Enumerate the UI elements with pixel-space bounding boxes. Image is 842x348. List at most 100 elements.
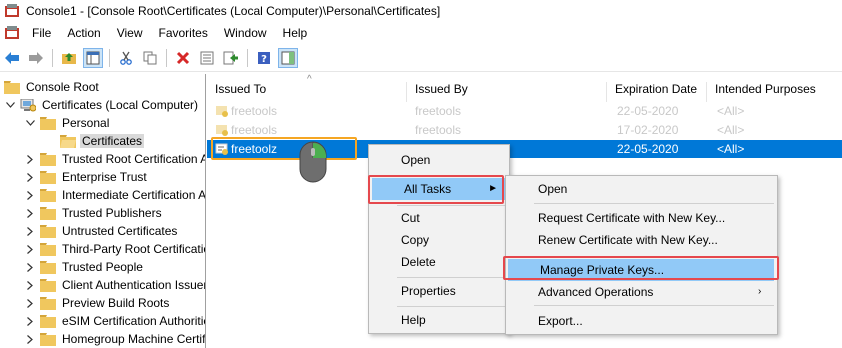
chevron-right-icon[interactable]	[24, 225, 36, 237]
tree-item-label: Personal	[62, 116, 110, 130]
menu-item-delete[interactable]: Delete	[369, 251, 509, 273]
cell-expiration: 17-02-2020	[617, 123, 679, 137]
back-arrow-icon[interactable]	[2, 48, 22, 68]
menu-item-cut[interactable]: Cut	[369, 207, 509, 229]
tree-item-preview-build-roots[interactable]: Preview Build Roots	[24, 294, 171, 312]
cell-purposes: <All>	[717, 123, 745, 137]
menu-item-properties[interactable]: Properties	[369, 280, 509, 302]
mouse-icon	[299, 141, 327, 183]
show-hide-tree-icon[interactable]	[83, 47, 103, 68]
chevron-right-icon[interactable]	[24, 261, 36, 273]
context-menu: Open All Tasks ► Cut Copy Delete Propert…	[368, 144, 510, 334]
table-row[interactable]: freetools freetools 22-05-2020 <All>	[207, 102, 842, 120]
up-folder-icon[interactable]	[59, 48, 79, 68]
tree-item-label: Certificates (Local Computer)	[42, 98, 199, 112]
chevron-right-icon[interactable]	[24, 207, 36, 219]
tree-item-certificates[interactable]: Certificates	[60, 132, 145, 150]
tree-item-label: Enterprise Trust	[62, 170, 147, 184]
chevron-right-icon[interactable]	[24, 171, 36, 183]
certificate-icon	[216, 106, 228, 117]
column-intended-purposes[interactable]: Intended Purposes	[707, 82, 842, 102]
folder-icon	[40, 314, 56, 328]
chevron-down-icon[interactable]	[24, 117, 36, 129]
open-folder-icon	[60, 134, 76, 148]
tree-item-console-root[interactable]: Console Root	[4, 78, 101, 96]
tree-item-certificates-local-computer[interactable]: Certificates (Local Computer)	[4, 96, 200, 114]
menu-view[interactable]: View	[109, 22, 151, 44]
chevron-right-icon[interactable]	[24, 279, 36, 291]
copy-icon[interactable]	[140, 48, 160, 68]
action-pane-icon[interactable]	[278, 47, 298, 68]
menu-window[interactable]: Window	[216, 22, 275, 44]
tree-item-trusted-root[interactable]: Trusted Root Certification Authorities	[24, 150, 205, 168]
tree-item-intermediate[interactable]: Intermediate Certification Authorities	[24, 186, 205, 204]
tree-item-label: Trusted People	[62, 260, 143, 274]
menu-action[interactable]: Action	[59, 22, 108, 44]
chevron-right-icon[interactable]	[24, 297, 36, 309]
menu-separator	[397, 205, 507, 206]
chevron-right-icon[interactable]	[24, 153, 36, 165]
cell-issued-by: freetools	[415, 104, 462, 118]
chevron-down-icon[interactable]	[4, 99, 16, 111]
tree-item-label: Client Authentication Issuers	[62, 278, 206, 292]
menu-item-open[interactable]: Open	[369, 149, 509, 171]
delete-icon[interactable]	[173, 48, 193, 68]
tree-item-client-auth-issuers[interactable]: Client Authentication Issuers	[24, 276, 206, 294]
column-issued-by[interactable]: Issued By	[407, 82, 607, 102]
tree-item-esim-ca[interactable]: eSIM Certification Authorities	[24, 312, 205, 330]
chevron-right-icon[interactable]	[24, 315, 36, 327]
highlight-manage-private-keys	[503, 256, 779, 280]
menu-separator	[397, 277, 507, 278]
tree-item-third-party-root[interactable]: Third-Party Root Certification Authoriti…	[24, 240, 205, 258]
folder-icon	[40, 260, 56, 274]
chevron-right-icon[interactable]	[24, 189, 36, 201]
submenu-item-open[interactable]: Open	[506, 178, 777, 200]
menu-item-copy[interactable]: Copy	[369, 229, 509, 251]
cell-expiration: 22-05-2020	[617, 142, 679, 156]
highlight-selected-certificate	[211, 137, 357, 160]
cut-icon[interactable]	[116, 48, 136, 68]
toolbar-separator	[52, 48, 53, 67]
tree-item-personal[interactable]: Personal	[24, 114, 111, 132]
chevron-right-icon[interactable]	[24, 243, 36, 255]
menu-separator	[534, 305, 774, 306]
column-expiration-date[interactable]: Expiration Date	[607, 82, 707, 102]
console-tree[interactable]: Console Root Certificates (Local Compute…	[0, 74, 206, 348]
all-tasks-submenu: Open Request Certificate with New Key...…	[505, 175, 778, 335]
tree-item-label: Trusted Root Certification Authorities	[62, 152, 205, 166]
folder-icon	[40, 116, 56, 130]
submenu-item-export[interactable]: Export...	[506, 310, 777, 332]
submenu-item-request-cert[interactable]: Request Certificate with New Key...	[506, 207, 777, 229]
cell-issued-to: freetools	[231, 123, 278, 137]
toolbar: ?	[0, 44, 842, 72]
menu-file[interactable]: File	[24, 22, 59, 44]
cell-expiration: 22-05-2020	[617, 104, 679, 118]
mmc-app-icon	[5, 4, 19, 17]
column-issued-to[interactable]: Issued To	[207, 82, 407, 102]
tree-item-trusted-people[interactable]: Trusted People	[24, 258, 145, 276]
tree-item-trusted-publishers[interactable]: Trusted Publishers	[24, 204, 164, 222]
submenu-item-advanced-operations[interactable]: Advanced Operations ›	[506, 281, 777, 303]
certificate-icon	[216, 125, 228, 136]
folder-icon	[40, 278, 56, 292]
help-icon[interactable]: ?	[254, 48, 274, 68]
chevron-right-icon[interactable]	[24, 333, 36, 345]
tree-item-untrusted[interactable]: Untrusted Certificates	[24, 222, 179, 240]
menu-help[interactable]: Help	[275, 22, 316, 44]
folder-icon	[40, 242, 56, 256]
cell-issued-by: freetools	[415, 123, 462, 137]
window-title: Console1 - [Console Root\Certificates (L…	[26, 4, 441, 18]
tree-item-homegroup[interactable]: Homegroup Machine Certificates	[24, 330, 205, 348]
toolbar-separator	[247, 48, 248, 67]
console-menu-icon[interactable]	[4, 25, 20, 41]
submenu-item-renew-cert[interactable]: Renew Certificate with New Key...	[506, 229, 777, 251]
export-icon[interactable]	[221, 48, 241, 68]
cell-issued-to: freetools	[231, 104, 278, 118]
menu-favorites[interactable]: Favorites	[151, 22, 216, 44]
menu-separator	[534, 203, 774, 204]
menu-item-help[interactable]: Help	[369, 309, 509, 331]
forward-arrow-icon[interactable]	[26, 48, 46, 68]
certificate-store-icon	[20, 98, 36, 111]
tree-item-enterprise-trust[interactable]: Enterprise Trust	[24, 168, 149, 186]
properties-icon[interactable]	[197, 48, 217, 68]
